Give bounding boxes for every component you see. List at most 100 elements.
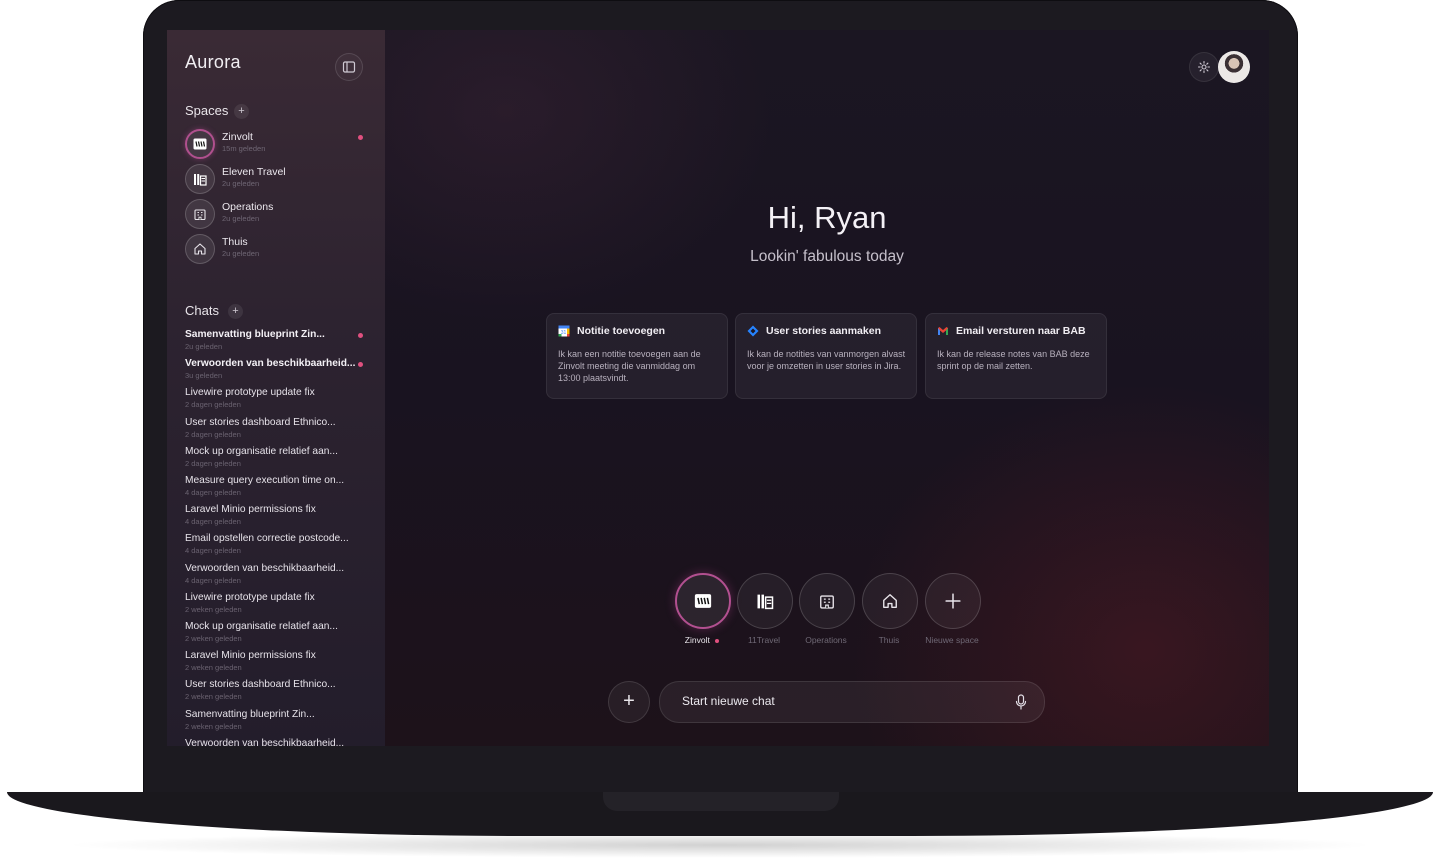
unread-dot: [358, 362, 363, 368]
building-icon: [818, 592, 836, 610]
chat-list-item[interactable]: Verwoorden van beschikbaarheid...: [185, 738, 370, 746]
space-button-operations[interactable]: [799, 573, 855, 629]
chat-list-item[interactable]: Livewire prototype update fix 2 weken ge…: [185, 592, 370, 620]
chat-time: 2 dagen geleden: [185, 429, 241, 439]
chat-list-item[interactable]: Verwoorden van beschikbaarheid... 4 dage…: [185, 563, 370, 591]
space-time: 2u geleden: [222, 249, 260, 258]
attach-button[interactable]: +: [608, 681, 650, 723]
main-area: Hi, Ryan Lookin' fabulous today 31 Notit…: [385, 30, 1269, 746]
card-description: Ik kan de release notes van BAB deze spr…: [937, 349, 1090, 371]
chat-list-item[interactable]: Livewire prototype update fix 2 dagen ge…: [185, 387, 370, 415]
sidebar-space-operations[interactable]: Operations 2u geleden: [185, 198, 365, 230]
svg-text:31: 31: [561, 330, 567, 336]
sidebar-space-eleven-travel[interactable]: Eleven Travel 2u geleden: [185, 163, 365, 195]
add-space-button[interactable]: +: [234, 104, 249, 119]
chat-list-item[interactable]: User stories dashboard Ethnico... 2 dage…: [185, 417, 370, 445]
chat-time: 3u geleden: [185, 371, 223, 381]
sidebar-space-thuis[interactable]: Thuis 2u geleden: [185, 233, 365, 265]
chat-list-item[interactable]: Samenvatting blueprint Zin... 2 weken ge…: [185, 709, 370, 737]
user-avatar[interactable]: [1218, 51, 1250, 83]
chat-title: Verwoorden van beschikbaarheid...: [185, 562, 345, 574]
chat-time: 2 weken geleden: [185, 634, 242, 643]
microphone-icon[interactable]: [1015, 694, 1027, 710]
chat-title: Mock up organisatie relatief aan...: [185, 621, 338, 632]
add-chat-button[interactable]: +: [228, 304, 243, 319]
chat-list-item[interactable]: Laravel Minio permissions fix 2 weken ge…: [185, 650, 370, 678]
space-label-text: Thuis: [878, 635, 900, 645]
chat-title: Email opstellen correctie postcode...: [185, 533, 349, 545]
active-dot: [715, 638, 720, 643]
zinvolt-logo-icon: [185, 129, 215, 159]
greeting-title: Hi, Ryan: [767, 200, 887, 235]
zinvolt-logo-icon: [694, 594, 712, 609]
space-label-text: 11Travel: [747, 635, 781, 645]
chat-title: Verwoorden van beschikbaarheid...: [185, 737, 345, 746]
sidebar-toggle-icon: [342, 61, 356, 73]
building-icon: [185, 199, 215, 229]
collapse-sidebar-button[interactable]: [335, 53, 363, 81]
space-button-thuis[interactable]: [862, 573, 918, 629]
spaces-section-title: Spaces: [185, 103, 229, 118]
chat-time: 2 weken geleden: [185, 663, 242, 673]
chat-title: Samenvatting blueprint Zin...: [185, 329, 325, 340]
greeting-subtitle: Lookin' fabulous today: [750, 248, 904, 265]
chat-list-item[interactable]: Mock up organisatie relatief aan... 2 we…: [185, 621, 370, 649]
chat-list-item[interactable]: Mock up organisatie relatief aan... 2 da…: [185, 446, 370, 474]
space-button-nieuwe-space[interactable]: [925, 573, 981, 629]
chat-time: 4 dagen geleden: [185, 546, 241, 556]
chat-list-item[interactable]: Measure query execution time on... 4 dag…: [185, 475, 370, 503]
app-window: Aurora Spaces + Zinvolt 15m geleden Elev…: [167, 30, 1269, 746]
chat-time: 2 dagen geleden: [185, 400, 241, 410]
jira-icon: [747, 325, 759, 337]
unread-dot: [358, 333, 363, 338]
plus-icon: [944, 592, 962, 610]
card-title: Notitie toevoegen: [577, 325, 666, 337]
space-label-text: Operations: [805, 635, 847, 645]
card-description: Ik kan een notitie toevoegen aan de Zinv…: [558, 349, 701, 383]
card-title: User stories aanmaken: [766, 325, 881, 337]
space-name: Thuis: [222, 236, 248, 248]
suggestion-card[interactable]: 31 Notitie toevoegen Ik kan een notitie …: [546, 313, 728, 399]
chat-title: Mock up organisatie relatief aan...: [185, 445, 338, 457]
suggestion-card[interactable]: Email versturen naar BAB Ik kan de relea…: [925, 313, 1107, 399]
chat-list-item[interactable]: User stories dashboard Ethnico... 2 weke…: [185, 679, 370, 707]
unread-dot: [358, 135, 363, 140]
chat-title: User stories dashboard Ethnico...: [185, 416, 336, 428]
space-name: Operations: [222, 201, 274, 213]
sidebar-space-zinvolt[interactable]: Zinvolt 15m geleden: [185, 128, 365, 160]
space-button-label: Nieuwe space: [912, 635, 992, 645]
settings-button[interactable]: [1189, 52, 1219, 82]
chat-list-item[interactable]: Laravel Minio permissions fix 4 dagen ge…: [185, 504, 370, 532]
gear-icon: [1197, 60, 1211, 74]
sidebar: Aurora Spaces + Zinvolt 15m geleden Elev…: [167, 30, 386, 746]
space-time: 2u geleden: [222, 214, 260, 223]
chat-list-item[interactable]: Verwoorden van beschikbaarheid... 3u gel…: [185, 358, 370, 386]
space-name: Zinvolt: [222, 131, 253, 143]
chat-time: 4 dagen geleden: [185, 575, 241, 585]
chat-input[interactable]: [680, 693, 984, 709]
suggestion-card[interactable]: User stories aanmaken Ik kan de notities…: [735, 313, 917, 399]
chat-title: Verwoorden van beschikbaarheid...: [185, 358, 356, 370]
chats-section-title: Chats: [185, 303, 219, 318]
chat-title: User stories dashboard Ethnico...: [185, 679, 336, 691]
chat-input-box: [659, 681, 1045, 723]
card-title: Email versturen naar BAB: [956, 325, 1086, 337]
chat-title: Laravel Minio permissions fix: [185, 504, 316, 516]
eleven-travel-logo-icon: [185, 164, 215, 194]
chat-time: 2 weken geleden: [185, 692, 242, 702]
chat-title: Laravel Minio permissions fix: [185, 650, 316, 662]
chat-time: 2 weken geleden: [185, 721, 242, 731]
space-button-11travel[interactable]: [737, 573, 793, 629]
chat-list-item[interactable]: Samenvatting blueprint Zin... 2u geleden: [185, 329, 370, 357]
app-brand: Aurora: [185, 52, 241, 72]
chat-time: 2u geleden: [185, 342, 223, 351]
space-label-text: Zinvolt: [684, 635, 710, 645]
chat-time: 2 dagen geleden: [185, 458, 241, 468]
space-time: 2u geleden: [222, 179, 260, 188]
home-icon: [185, 234, 215, 264]
chat-title: Samenvatting blueprint Zin...: [185, 708, 315, 720]
chat-list-item[interactable]: Email opstellen correctie postcode... 4 …: [185, 533, 370, 561]
chat-time: 4 dagen geleden: [185, 488, 241, 497]
space-button-zinvolt[interactable]: [675, 573, 731, 629]
card-description: Ik kan de notities van vanmorgen alvast …: [747, 349, 906, 371]
